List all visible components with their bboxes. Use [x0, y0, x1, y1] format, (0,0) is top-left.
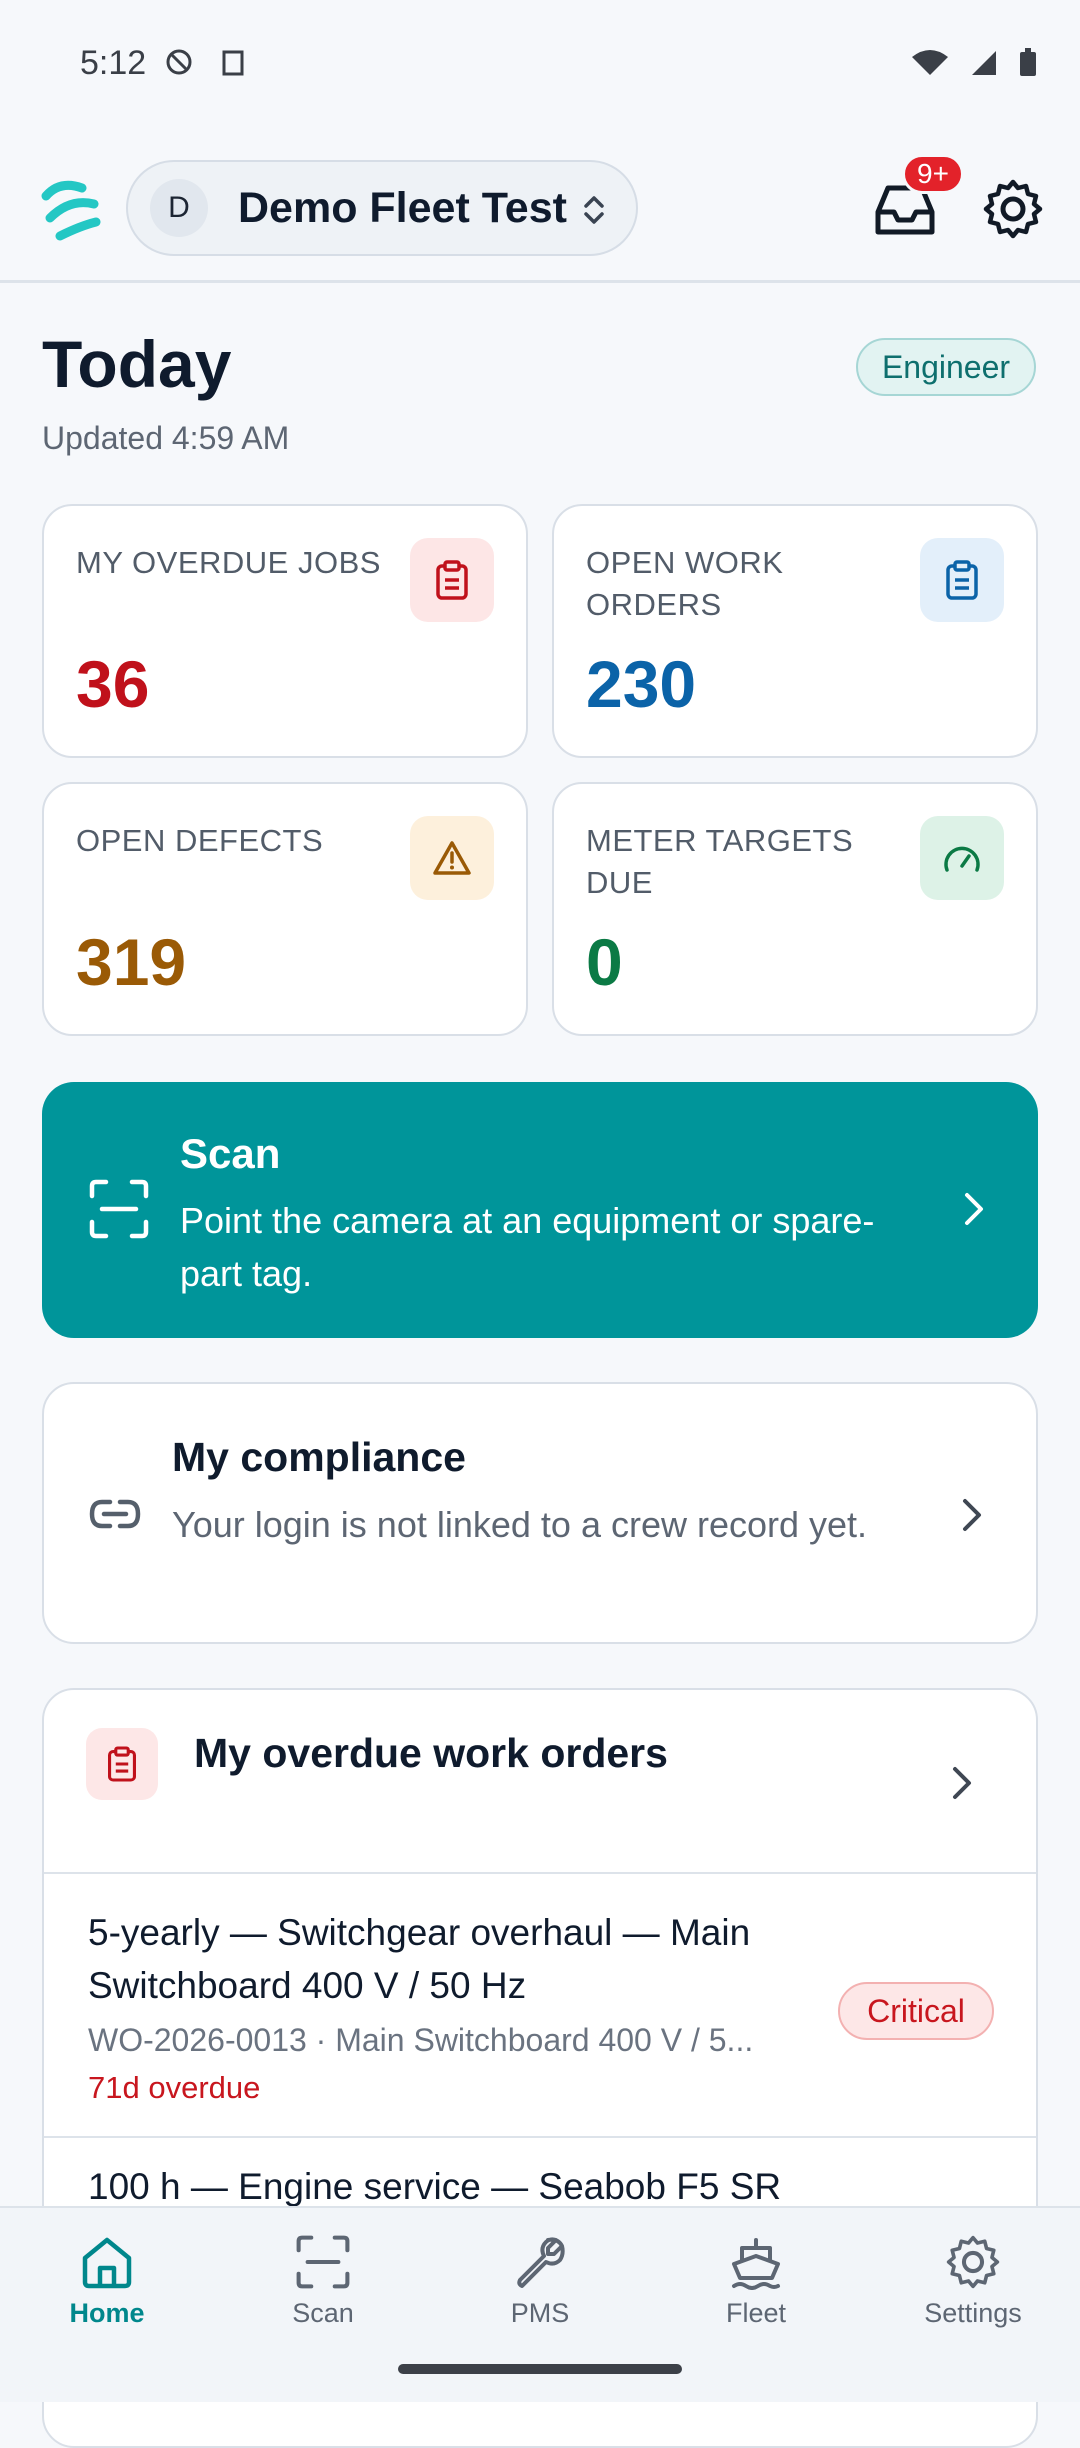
stat-value: 230 — [586, 647, 697, 721]
clipboard-icon — [86, 1728, 158, 1800]
chevron-right-icon — [963, 1499, 981, 1531]
overdue-card-title: My overdue work orders — [194, 1730, 668, 1776]
warning-icon — [410, 816, 494, 900]
scan-card[interactable]: Scan Point the camera at an equipment or… — [42, 1082, 1038, 1338]
nav-scan[interactable]: Scan — [248, 2234, 398, 2354]
chevron-up-down-icon — [584, 196, 604, 224]
nav-label: Fleet — [725, 2298, 787, 2328]
wifi-icon — [912, 50, 948, 75]
status-bar: 5:12 — [0, 0, 1080, 96]
home-indicator[interactable] — [398, 2364, 682, 2374]
work-order-meta: WO-2026-0013 · Main Switchboard 400 V / … — [88, 2022, 754, 2058]
nav-label: Home — [69, 2298, 145, 2328]
dnd-icon — [166, 49, 192, 75]
nav-label: Settings — [924, 2298, 1022, 2328]
work-order-title: 5-yearly — Switchgear overhaul — Main Sw… — [88, 1912, 751, 2006]
scan-icon — [89, 1179, 149, 1239]
updated-timestamp: Updated 4:59 AM — [42, 420, 290, 456]
stat-value: 0 — [586, 925, 623, 999]
battery-icon — [1020, 48, 1036, 76]
scan-card-title: Scan — [180, 1130, 281, 1177]
wrench-icon — [517, 2237, 565, 2288]
stat-label: MY OVERDUE JOBS — [76, 545, 381, 580]
stat-value: 319 — [76, 925, 187, 999]
work-order-title: 100 h — Engine service — Seabob F5 SR — [88, 2166, 782, 2207]
chevron-right-icon — [965, 1193, 983, 1225]
page-title: Today — [42, 327, 232, 401]
overdue-duration: 71d overdue — [88, 2070, 261, 2105]
chevron-right-icon — [953, 1767, 971, 1799]
list-item[interactable]: 5-yearly — Switchgear overhaul — Main Sw… — [44, 1874, 1036, 2138]
stat-card-open-work-orders[interactable]: OPEN WORK ORDERS 230 — [552, 504, 1038, 758]
priority-badge: Critical — [838, 1982, 994, 2040]
screenshot-icon — [222, 50, 244, 76]
scan-icon — [296, 2235, 350, 2289]
status-time: 5:12 — [80, 44, 147, 82]
stat-card-meter-targets[interactable]: METER TARGETS DUE 0 — [552, 782, 1038, 1036]
gear-icon[interactable] — [982, 178, 1044, 240]
gear-icon — [946, 2235, 1000, 2289]
compliance-card[interactable]: My compliance Your login is not linked t… — [42, 1382, 1038, 1644]
gauge-icon — [920, 816, 1004, 900]
role-badge: Engineer — [856, 338, 1036, 396]
home-icon — [82, 2237, 132, 2289]
notification-badge: 9+ — [902, 154, 964, 194]
stat-label: OPEN DEFECTS — [76, 823, 324, 858]
ship-icon — [732, 2238, 780, 2290]
stat-label: METER TARGETS DUE — [586, 823, 854, 900]
app-logo-icon — [41, 180, 101, 241]
app-header: D Demo Fleet Test 9+ — [0, 140, 1080, 283]
clipboard-icon — [410, 538, 494, 622]
nav-label: Scan — [292, 2298, 354, 2328]
stat-label: OPEN WORK ORDERS — [586, 545, 784, 622]
nav-label: PMS — [510, 2298, 570, 2328]
fleet-name: Demo Fleet Test — [238, 183, 567, 232]
fleet-selector[interactable]: D Demo Fleet Test — [126, 160, 638, 256]
fleet-avatar: D — [150, 179, 208, 237]
scan-card-description: Point the camera at an equipment or spar… — [180, 1200, 875, 1294]
clipboard-icon — [920, 538, 1004, 622]
overdue-card-header[interactable]: My overdue work orders — [44, 1690, 1036, 1874]
signal-icon — [972, 51, 996, 75]
nav-fleet[interactable]: Fleet — [681, 2234, 831, 2354]
nav-pms[interactable]: PMS — [465, 2234, 615, 2354]
nav-settings[interactable]: Settings — [898, 2234, 1048, 2354]
link-icon — [89, 1499, 141, 1529]
compliance-title: My compliance — [172, 1434, 466, 1480]
stat-card-open-defects[interactable]: OPEN DEFECTS 319 — [42, 782, 528, 1036]
compliance-description: Your login is not linked to a crew recor… — [172, 1504, 868, 1545]
stat-value: 36 — [76, 647, 150, 721]
stat-card-overdue-jobs[interactable]: MY OVERDUE JOBS 36 — [42, 504, 528, 758]
nav-home[interactable]: Home — [32, 2234, 182, 2354]
